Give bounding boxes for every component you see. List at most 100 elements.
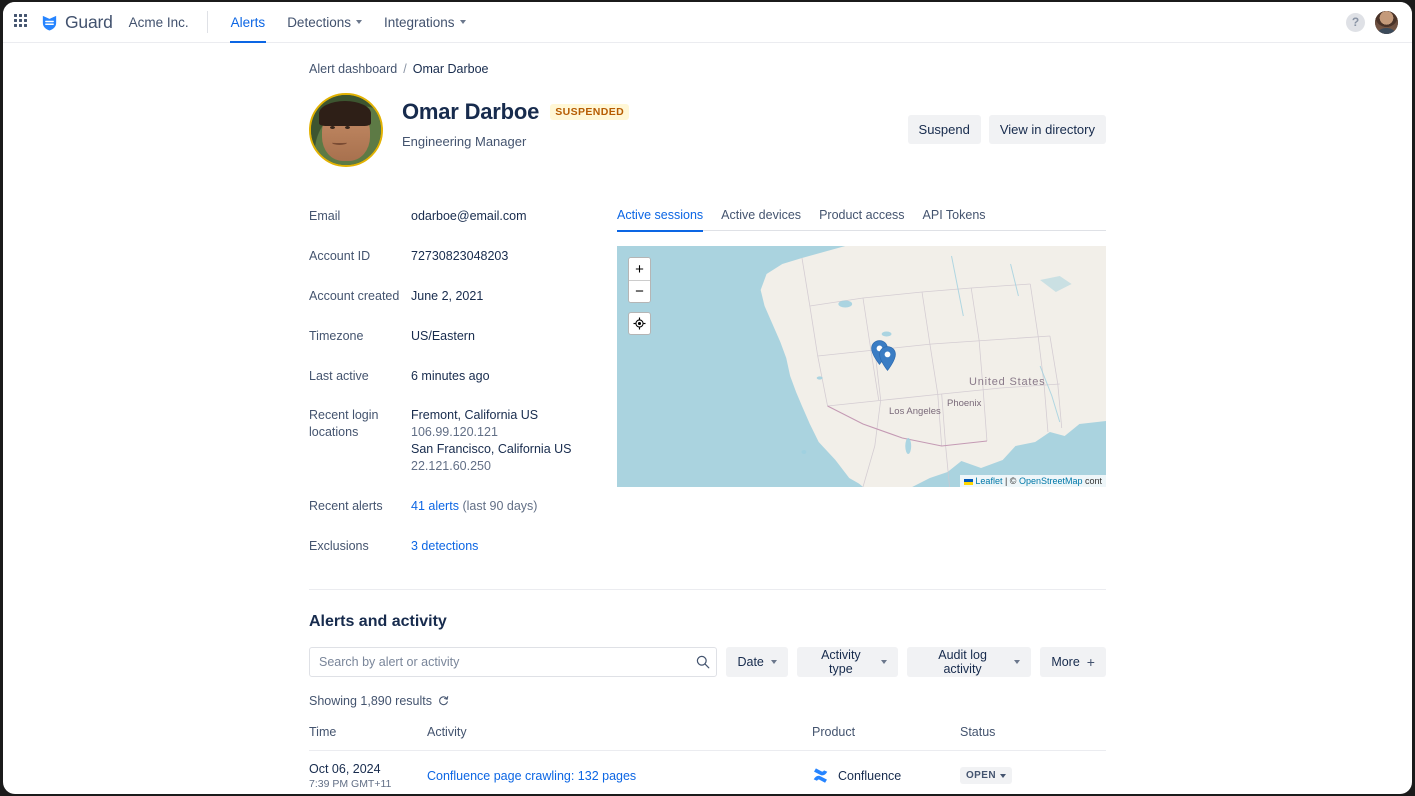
- detail-value: 41 alerts (last 90 days): [411, 498, 537, 515]
- suspend-button[interactable]: Suspend: [908, 115, 981, 144]
- column-header-product: Product: [812, 725, 960, 751]
- status-badge[interactable]: OPEN: [960, 767, 1012, 784]
- map-zoom-out-button[interactable]: −: [629, 280, 650, 302]
- breadcrumb-current: Omar Darboe: [413, 62, 489, 76]
- activity-link[interactable]: Confluence page crawling: 132 pages: [427, 769, 636, 783]
- filter-more-button[interactable]: More +: [1040, 647, 1106, 677]
- row-date: Oct 06, 2024: [309, 762, 427, 776]
- filter-more-label: More: [1051, 655, 1079, 669]
- detail-value: June 2, 2021: [411, 288, 483, 305]
- brand-logo[interactable]: Guard: [40, 12, 113, 33]
- help-icon[interactable]: ?: [1346, 13, 1365, 32]
- nav-items: Alerts Detections Integrations: [222, 2, 475, 43]
- locate-icon: [633, 317, 646, 330]
- nav-item-integrations-label: Integrations: [384, 15, 455, 30]
- tab-label: Active devices: [721, 208, 801, 222]
- detail-value: 3 detections: [411, 538, 478, 555]
- detail-label: Recent alerts: [309, 498, 411, 515]
- exclusions-link[interactable]: 3 detections: [411, 539, 478, 553]
- page-title: Omar Darboe: [402, 99, 539, 125]
- breadcrumb-separator: /: [403, 62, 406, 76]
- info-area: Email odarboe@email.com Account ID 72730…: [309, 208, 1106, 555]
- map-locate-button[interactable]: [628, 312, 651, 335]
- detail-label: Last active: [309, 368, 411, 385]
- map-attribution: Leaflet | © OpenStreetMap cont: [960, 475, 1106, 487]
- nav-item-detections[interactable]: Detections: [278, 2, 371, 43]
- tab-label: API Tokens: [923, 208, 986, 222]
- map-zoom-in-button[interactable]: +: [629, 258, 650, 280]
- detail-value: 72730823048203: [411, 248, 508, 265]
- tab-active-sessions[interactable]: Active sessions: [617, 208, 712, 230]
- detail-label: Exclusions: [309, 538, 411, 555]
- org-name[interactable]: Acme Inc.: [129, 15, 189, 30]
- openstreetmap-link[interactable]: OpenStreetMap: [1019, 476, 1083, 486]
- brand-name: Guard: [65, 12, 113, 33]
- search-icon[interactable]: [696, 655, 710, 669]
- detail-row-timezone: Timezone US/Eastern: [309, 328, 609, 345]
- table-header-row: Time Activity Product Status: [309, 725, 1106, 751]
- filter-date-button[interactable]: Date: [726, 647, 787, 677]
- status-label: OPEN: [966, 770, 996, 781]
- session-location-map[interactable]: + −: [617, 246, 1106, 487]
- nav-item-alerts-label: Alerts: [231, 15, 266, 30]
- column-header-status: Status: [960, 725, 1106, 751]
- login-location-ip: 22.121.60.250: [411, 458, 571, 475]
- recent-alerts-link[interactable]: 41 alerts: [411, 499, 459, 513]
- user-avatar[interactable]: [1375, 11, 1398, 34]
- tab-product-access[interactable]: Product access: [810, 208, 913, 230]
- confluence-icon: [812, 767, 829, 784]
- breadcrumb: Alert dashboard / Omar Darboe: [309, 62, 1106, 76]
- status-badge: SUSPENDED: [550, 104, 629, 120]
- details-list: Email odarboe@email.com Account ID 72730…: [309, 208, 609, 555]
- section-title: Alerts and activity: [309, 613, 1106, 631]
- leaflet-link[interactable]: Leaflet: [975, 476, 1002, 486]
- ukraine-flag-icon: [964, 479, 973, 485]
- detail-label: Timezone: [309, 328, 411, 345]
- chevron-down-icon: [881, 660, 887, 664]
- results-count: Showing 1,890 results: [309, 694, 432, 708]
- nav-item-integrations[interactable]: Integrations: [375, 2, 475, 43]
- profile-actions: Suspend View in directory: [908, 93, 1106, 144]
- cell-product: Confluence: [812, 750, 960, 794]
- detail-label: Account ID: [309, 248, 411, 265]
- tab-api-tokens[interactable]: API Tokens: [914, 208, 995, 230]
- chevron-down-icon: [1000, 774, 1006, 778]
- cell-activity: Confluence page crawling: 132 pages: [427, 750, 812, 794]
- search-wrapper: [309, 647, 717, 677]
- detail-value: odarboe@email.com: [411, 208, 527, 225]
- section-divider: [309, 589, 1106, 590]
- app-switcher-icon[interactable]: [14, 14, 30, 30]
- search-input[interactable]: [309, 647, 717, 677]
- map-pin-marker[interactable]: [879, 346, 896, 371]
- detail-value: 6 minutes ago: [411, 368, 490, 385]
- nav-item-alerts[interactable]: Alerts: [222, 2, 275, 43]
- guard-shield-icon: [40, 13, 59, 32]
- detail-value: Fremont, California US 106.99.120.121 Sa…: [411, 407, 571, 475]
- detail-row-login-locations: Recent login locations Fremont, Californ…: [309, 407, 609, 475]
- results-count-row: Showing 1,890 results: [309, 694, 1106, 708]
- table-row[interactable]: Oct 06, 2024 7:39 PM GMT+11 Confluence p…: [309, 750, 1106, 794]
- activity-table-head: Time Activity Product Status: [309, 725, 1106, 751]
- tab-active-devices[interactable]: Active devices: [712, 208, 810, 230]
- profile-role: Engineering Manager: [402, 134, 629, 149]
- filter-audit-log-label: Audit log activity: [918, 648, 1007, 676]
- nav-item-detections-label: Detections: [287, 15, 351, 30]
- activity-table-body: Oct 06, 2024 7:39 PM GMT+11 Confluence p…: [309, 750, 1106, 794]
- attribution-tail: cont: [1082, 476, 1102, 486]
- chevron-down-icon: [356, 20, 362, 24]
- map-landmass: [617, 246, 1106, 487]
- breadcrumb-parent[interactable]: Alert dashboard: [309, 62, 397, 76]
- attribution-separator: | ©: [1002, 476, 1018, 486]
- map-label-country: United States: [969, 376, 1045, 388]
- detail-label: Email: [309, 208, 411, 225]
- row-time: 7:39 PM GMT+11: [309, 778, 427, 790]
- content-column: Alert dashboard / Omar Darboe Omar Darbo…: [309, 43, 1106, 794]
- view-in-directory-button[interactable]: View in directory: [989, 115, 1106, 144]
- refresh-icon[interactable]: [438, 695, 449, 706]
- detail-label: Recent login locations: [309, 407, 411, 475]
- column-header-activity: Activity: [427, 725, 812, 751]
- filter-activity-type-button[interactable]: Activity type: [797, 647, 898, 677]
- detail-value: US/Eastern: [411, 328, 475, 345]
- filter-audit-log-activity-button[interactable]: Audit log activity: [907, 647, 1031, 677]
- chevron-down-icon: [771, 660, 777, 664]
